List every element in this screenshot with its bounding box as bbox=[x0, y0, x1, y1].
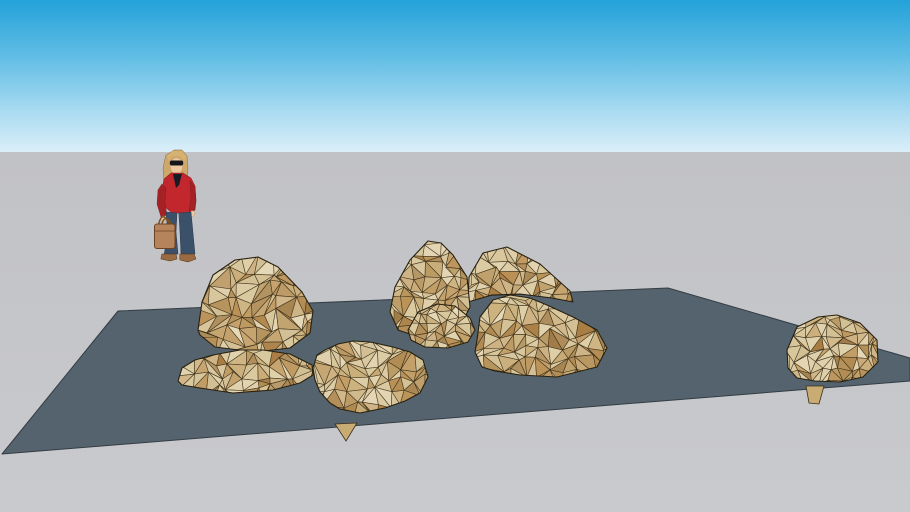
person-face bbox=[170, 158, 183, 174]
scene-svg bbox=[0, 0, 910, 512]
person-sunglasses bbox=[170, 161, 183, 166]
person-handbag bbox=[155, 224, 176, 249]
model-viewport bbox=[0, 0, 910, 512]
sky bbox=[0, 0, 910, 153]
